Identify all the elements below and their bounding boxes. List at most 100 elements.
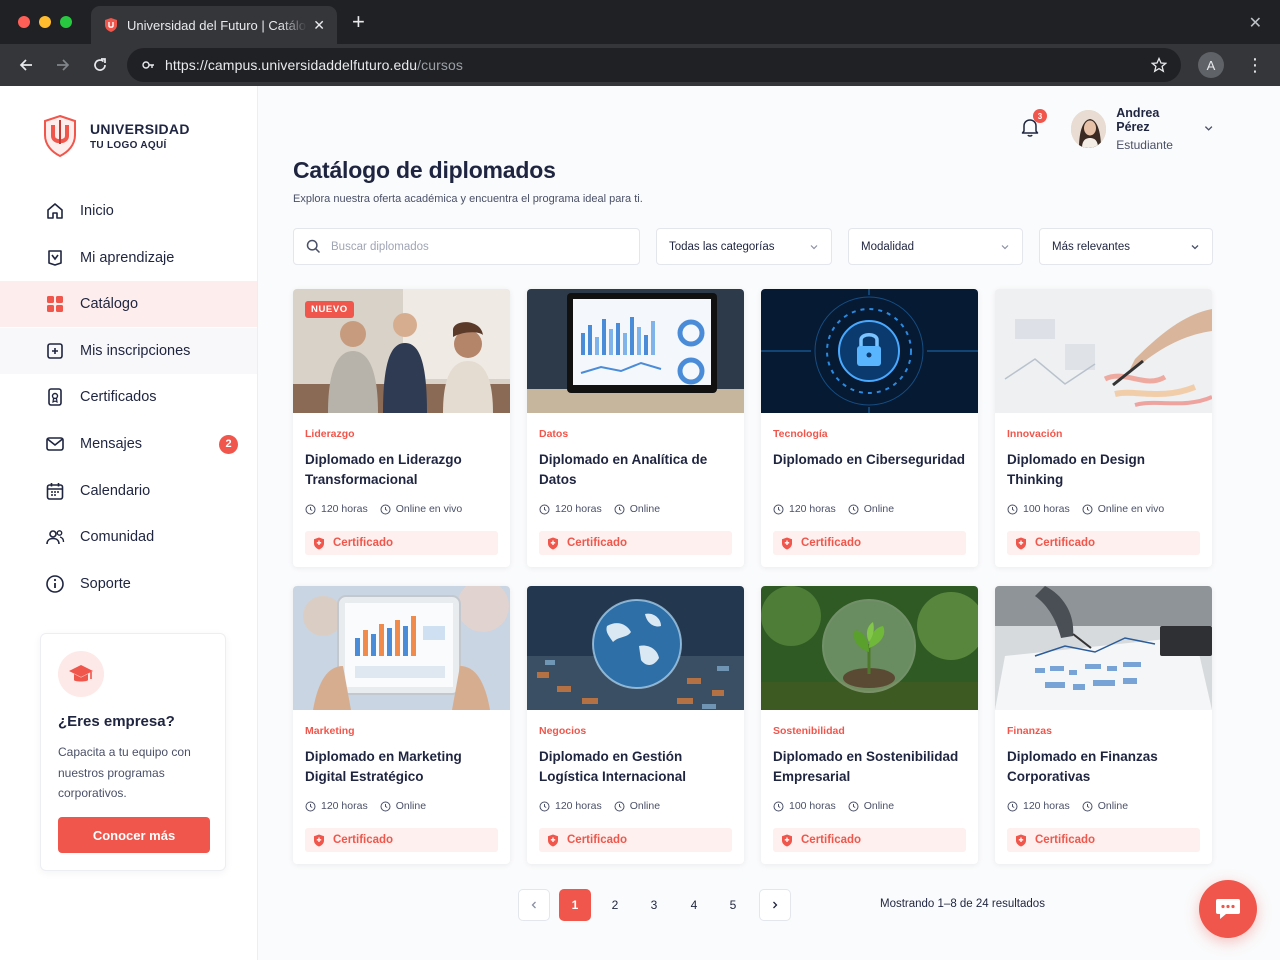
browser-menu-icon[interactable]: ⋮ (1246, 55, 1264, 76)
prev-page-button[interactable] (518, 889, 550, 921)
clock-icon (614, 801, 625, 811)
clock-icon (380, 504, 391, 514)
page-5-button[interactable]: 5 (717, 889, 749, 921)
clock-icon (1082, 801, 1093, 811)
bookmark-star-icon[interactable] (1151, 57, 1167, 73)
course-card[interactable]: Negocios Diplomado en Gestión Logística … (527, 586, 744, 864)
page-title: Catálogo de diplomados (293, 157, 556, 183)
course-meta: 120 horas Online (773, 503, 966, 515)
sidebar: UNIVERSIDAD TU LOGO AQUÍ Inicio Mi apren… (0, 86, 258, 960)
window-controls (18, 16, 72, 28)
chevron-down-icon (1204, 126, 1213, 131)
course-category: Liderazgo (305, 428, 355, 440)
course-card[interactable]: Tecnología Diplomado en Ciberseguridad 1… (761, 289, 978, 567)
close-window-button[interactable] (18, 16, 30, 28)
sidebar-item-comunidad[interactable]: Comunidad (0, 514, 257, 560)
shield-icon (314, 834, 324, 846)
promo-text: Capacita a tu equipo con nuestros progra… (58, 745, 191, 800)
course-card[interactable]: Innovación Diplomado en Design Thinking … (995, 289, 1212, 567)
course-card[interactable]: NUEVO Liderazgo Diplomado en Liderazgo T… (293, 289, 510, 567)
course-meta: 100 horas Online en vivo (1007, 503, 1200, 515)
sidebar-item-mi-aprendizaje[interactable]: Mi aprendizaje (0, 235, 257, 281)
search-box[interactable] (293, 228, 640, 265)
course-card[interactable]: Datos Diplomado en Analítica de Datos 12… (527, 289, 744, 567)
modality-select[interactable]: Modalidad (848, 228, 1023, 265)
maximize-window-button[interactable] (60, 16, 72, 28)
favicon-icon (105, 18, 117, 32)
page: UNIVERSIDAD TU LOGO AQUÍ Inicio Mi apren… (0, 86, 1280, 960)
forward-button[interactable] (51, 53, 75, 77)
page-3-button[interactable]: 3 (638, 889, 670, 921)
sidebar-item-certificados[interactable]: Certificados (0, 374, 257, 420)
profile-avatar[interactable]: A (1198, 52, 1224, 78)
course-card[interactable]: Finanzas Diplomado en Finanzas Corporati… (995, 586, 1212, 864)
sidebar-item-calendario[interactable]: Calendario (0, 468, 257, 514)
avatar (1071, 110, 1107, 148)
course-card[interactable]: Marketing Diplomado en Marketing Digital… (293, 586, 510, 864)
help-icon (44, 573, 66, 595)
sidebar-item-mis-inscripciones[interactable]: Mis inscripciones (0, 327, 257, 374)
page-2-button[interactable]: 2 (599, 889, 631, 921)
browser-chrome: Universidad del Futuro | Catálogo de dip… (0, 0, 1280, 86)
user-menu[interactable]: Andrea Pérez Estudiante (1071, 106, 1213, 152)
course-meta: 120 horas Online (539, 503, 732, 515)
sidebar-item-inicio[interactable]: Inicio (0, 188, 257, 234)
sort-select[interactable]: Más relevantes (1039, 228, 1213, 265)
certificate-label: Certificado (567, 834, 628, 846)
back-button[interactable] (14, 53, 38, 77)
sidebar-item-label: Mis inscripciones (80, 342, 191, 359)
clock-icon (539, 504, 550, 514)
certificate-label: Certificado (333, 537, 394, 549)
reload-icon (94, 58, 106, 71)
modality-select-value: Modalidad (861, 240, 915, 253)
arrow-right-icon (57, 59, 70, 71)
sidebar-item-label: Certificados (80, 389, 157, 406)
chevron-right-icon (773, 901, 778, 909)
course-category: Datos (539, 428, 569, 440)
notification-badge: 3 (1033, 109, 1047, 123)
shield-icon (1016, 834, 1026, 846)
certificate-tag: Certificado (305, 828, 498, 852)
tab-close-icon[interactable]: ✕ (313, 17, 325, 34)
course-image-finance (995, 586, 1212, 710)
learn-more-button[interactable]: Conocer más (58, 817, 210, 853)
category-select[interactable]: Todas las categorías (656, 228, 832, 265)
certificate-tag: Certificado (305, 531, 498, 555)
new-tab-button[interactable]: + (352, 11, 365, 33)
course-category: Finanzas (1007, 725, 1052, 737)
course-category: Sostenibilidad (773, 725, 845, 737)
close-icon[interactable]: ✕ (1249, 13, 1262, 33)
page-1-button[interactable]: 1 (559, 889, 591, 921)
browser-tab[interactable]: Universidad del Futuro | Catálogo de dip… (91, 6, 337, 44)
next-page-button[interactable] (759, 889, 791, 921)
address-bar[interactable]: https://campus.universidaddelfuturo.edu/… (127, 48, 1181, 82)
sidebar-item-catalogo[interactable]: Catálogo (0, 281, 257, 328)
course-image-marketing (293, 586, 510, 710)
course-category: Marketing (305, 725, 355, 737)
certificate-label: Certificado (801, 834, 862, 846)
course-title: Diplomado en Sostenibilidad Empresarial (773, 749, 959, 784)
site-info-icon[interactable] (141, 58, 155, 72)
search-input[interactable] (331, 240, 621, 253)
sidebar-item-mensajes[interactable]: Mensajes 2 (0, 421, 257, 467)
shield-icon (548, 537, 558, 549)
sidebar-item-label: Soporte (80, 575, 131, 592)
page-4-button[interactable]: 4 (678, 889, 710, 921)
logo[interactable]: UNIVERSIDAD TU LOGO AQUÍ (42, 114, 190, 158)
url-host: https://campus.universidaddelfuturo.edu (165, 57, 418, 73)
messages-badge: 2 (219, 434, 238, 454)
clock-icon (773, 801, 784, 811)
sidebar-item-soporte[interactable]: Soporte (0, 561, 257, 607)
course-meta: 120 horas Online (1007, 800, 1200, 812)
certificate-tag: Certificado (1007, 531, 1200, 555)
course-image-design-thinking (995, 289, 1212, 413)
reload-button[interactable] (88, 53, 112, 77)
chat-button[interactable] (1199, 880, 1257, 938)
sidebar-item-label: Catálogo (80, 296, 139, 313)
minimize-window-button[interactable] (39, 16, 51, 28)
clock-icon (848, 504, 859, 514)
course-card[interactable]: Sostenibilidad Diplomado en Sostenibilid… (761, 586, 978, 864)
course-title: Diplomado en Gestión Logística Internaci… (539, 749, 687, 784)
sidebar-item-label: Inicio (80, 203, 114, 219)
course-mode: Online en vivo (395, 503, 463, 515)
